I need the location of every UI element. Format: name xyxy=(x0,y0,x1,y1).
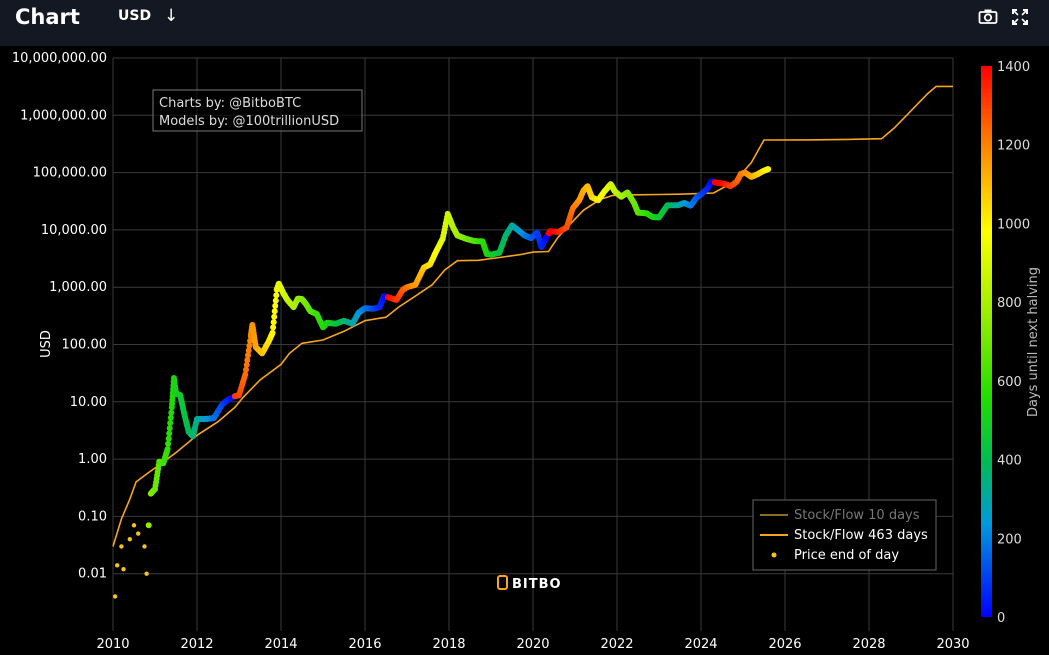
price-point xyxy=(164,446,171,452)
credits-box: Charts by: @BitboBTC Models by: @100tril… xyxy=(152,89,363,132)
top-bar: Chart USD ↓ xyxy=(0,0,1049,46)
price-point xyxy=(271,313,278,320)
price-point xyxy=(166,430,173,437)
price-point xyxy=(269,329,276,336)
price-point xyxy=(165,440,172,447)
price-point xyxy=(271,308,278,315)
currency-selector-label[interactable]: USD xyxy=(118,8,151,24)
currency-dropdown-arrow-icon[interactable]: ↓ xyxy=(164,6,178,26)
x-tick-label: 2028 xyxy=(852,637,885,652)
chart-canvas: 10,000,000.00 1,000,000.00 100,000.00 10,00… xyxy=(12,51,1041,652)
price-point xyxy=(167,420,174,426)
x-tick-label: 2016 xyxy=(348,637,381,652)
price-point xyxy=(145,522,152,529)
credits-line-2: Models by: @100trillionUSD xyxy=(159,114,339,129)
price-point xyxy=(115,563,120,568)
price-point xyxy=(272,297,279,304)
price-point xyxy=(121,567,126,572)
colorbar-tick-label: 800 xyxy=(997,296,1022,311)
y-axis: 10,000,000.00 1,000,000.00 100,000.00 10,00… xyxy=(12,51,107,582)
x-tick-label: 2026 xyxy=(768,637,801,652)
price-dots xyxy=(112,166,772,599)
x-tick-label: 2022 xyxy=(600,637,633,652)
y-tick-label: 0.10 xyxy=(78,509,107,524)
price-point xyxy=(272,302,279,309)
colorbar-tick-label: 600 xyxy=(997,375,1022,390)
price-point xyxy=(165,435,172,442)
x-tick-label: 2024 xyxy=(684,637,717,652)
x-tick-label: 2030 xyxy=(936,637,969,652)
page-title: Chart xyxy=(15,5,80,29)
y-tick-label: 100,000.00 xyxy=(33,166,107,181)
x-tick-label: 2010 xyxy=(96,637,129,652)
legend: Stock/Flow 10 days Stock/Flow 463 days P… xyxy=(752,499,937,571)
price-point xyxy=(765,166,772,173)
price-point xyxy=(136,531,141,536)
x-tick-label: 2012 xyxy=(180,637,213,652)
legend-item-price[interactable]: Price end of day xyxy=(794,548,899,563)
x-tick-label: 2014 xyxy=(264,637,297,652)
price-point xyxy=(168,409,175,416)
price-point xyxy=(119,544,124,549)
colorbar-tick-label: 0 xyxy=(997,611,1005,626)
camera-icon[interactable] xyxy=(978,7,998,27)
price-point xyxy=(270,324,277,331)
y-tick-label: 0.01 xyxy=(78,567,107,582)
colorbar-tick-label: 1000 xyxy=(997,217,1030,232)
legend-item-sf10[interactable]: Stock/Flow 10 days xyxy=(794,508,920,523)
y-axis-label: USD xyxy=(39,330,54,358)
y-tick-label: 1,000,000.00 xyxy=(20,108,107,123)
y-tick-label: 10.00 xyxy=(70,395,107,410)
bitbo-watermark: BITBO xyxy=(497,575,562,592)
price-point xyxy=(144,571,149,576)
price-point xyxy=(131,523,137,528)
price-point xyxy=(142,544,147,549)
price-point xyxy=(112,594,118,599)
x-tick-label: 2020 xyxy=(516,637,549,652)
colorbar: 0 200 400 600 800 1000 1200 1400 Days until nex… xyxy=(981,60,1041,626)
price-point xyxy=(270,319,277,326)
x-axis: 2010 2012 2014 2016 2018 2020 2022 2024 2026 2028… xyxy=(96,637,969,652)
price-point xyxy=(166,425,173,432)
y-tick-label: 1,000.00 xyxy=(49,280,107,295)
colorbar-tick-label: 1200 xyxy=(997,139,1030,154)
watermark-text: BITBO xyxy=(512,577,562,592)
fullscreen-icon[interactable] xyxy=(1010,7,1030,27)
price-point xyxy=(167,414,174,421)
y-tick-label: 1.00 xyxy=(78,452,107,467)
colorbar-tick-label: 400 xyxy=(997,454,1022,469)
x-tick-label: 2018 xyxy=(432,637,465,652)
y-tick-label: 10,000.00 xyxy=(41,223,107,238)
legend-item-sf463[interactable]: Stock/Flow 463 days xyxy=(794,528,928,543)
credits-line-1: Charts by: @BitboBTC xyxy=(159,96,301,111)
y-tick-label: 100.00 xyxy=(62,338,108,353)
price-point xyxy=(127,537,132,542)
price-point xyxy=(273,292,280,299)
colorbar-tick-label: 200 xyxy=(997,532,1022,547)
colorbar-tick-label: 1400 xyxy=(997,60,1030,75)
colorbar-label: Days until next halving xyxy=(1026,267,1041,417)
y-tick-label: 10,000,000.00 xyxy=(12,51,107,66)
